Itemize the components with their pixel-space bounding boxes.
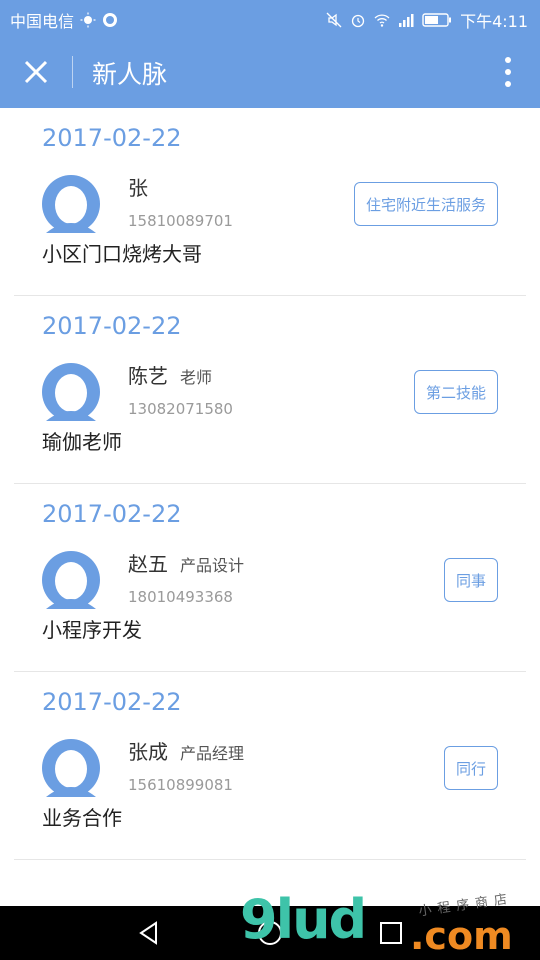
contact-note: 小区门口烧烤大哥 [42, 242, 202, 266]
status-left: 中国电信 [10, 8, 118, 32]
avatar-icon [42, 551, 100, 609]
contact-tag-button[interactable]: 同行 [444, 746, 498, 790]
contact-tag-button[interactable]: 住宅附近生活服务 [354, 182, 498, 226]
contact-phone: 15810089701 [128, 212, 233, 230]
battery-icon [422, 13, 452, 27]
clock-label: 下午4:11 [460, 12, 528, 31]
contact-note: 瑜伽老师 [42, 430, 122, 454]
system-nav-bar [0, 906, 540, 960]
avatar-icon [42, 363, 100, 421]
back-icon[interactable] [134, 918, 164, 948]
carrier-label: 中国电信 [10, 12, 75, 31]
contact-phone: 15610899081 [128, 776, 233, 794]
close-icon[interactable] [18, 54, 54, 90]
contact-card[interactable]: 2017-02-22 陈艺 老师 13082071580 瑜伽老师 第二技能 [14, 296, 526, 484]
name-row: 张 [128, 172, 160, 201]
alarm-icon [351, 14, 365, 28]
avatar-icon [42, 739, 100, 797]
mute-icon [326, 12, 342, 28]
contact-title: 老师 [180, 368, 213, 387]
avatar-icon [42, 175, 100, 233]
contact-date: 2017-02-22 [42, 124, 182, 152]
contact-note: 业务合作 [42, 806, 122, 830]
contact-phone: 13082071580 [128, 400, 233, 418]
contact-list: 2017-02-22 张 15810089701 小区门口烧烤大哥 住宅附近生活… [0, 108, 540, 860]
more-options-icon[interactable] [498, 54, 518, 90]
contact-name: 赵五 [128, 552, 168, 576]
app-bar-divider [72, 56, 73, 88]
notification-app-icon [103, 13, 118, 27]
status-right: 下午4:11 [326, 8, 528, 32]
contact-date: 2017-02-22 [42, 312, 182, 340]
contact-title: 产品经理 [180, 744, 245, 763]
contact-date: 2017-02-22 [42, 500, 182, 528]
contact-title: 产品设计 [180, 556, 245, 575]
name-row: 陈艺 老师 [128, 360, 212, 389]
contact-tag-button[interactable]: 同事 [444, 558, 498, 602]
wifi-icon [374, 14, 390, 27]
recents-icon[interactable] [376, 918, 406, 948]
contact-card[interactable]: 2017-02-22 张 15810089701 小区门口烧烤大哥 住宅附近生活… [14, 108, 526, 296]
name-row: 赵五 产品设计 [128, 548, 244, 577]
contact-card[interactable]: 2017-02-22 赵五 产品设计 18010493368 小程序开发 同事 [14, 484, 526, 672]
status-bar: 中国电信 下午4:11 [0, 0, 540, 36]
app-bar: 新人脉 [0, 36, 540, 108]
contact-tag-button[interactable]: 第二技能 [414, 370, 498, 414]
contact-name: 张成 [128, 740, 168, 764]
page-title: 新人脉 [92, 60, 168, 89]
home-icon[interactable] [255, 918, 285, 948]
contact-name: 陈艺 [128, 364, 168, 388]
name-row: 张成 产品经理 [128, 736, 244, 765]
contact-card[interactable]: 2017-02-22 张成 产品经理 15610899081 业务合作 同行 [14, 672, 526, 860]
contact-name: 张 [128, 176, 148, 200]
contact-phone: 18010493368 [128, 588, 233, 606]
contact-date: 2017-02-22 [42, 688, 182, 716]
contact-note: 小程序开发 [42, 618, 142, 642]
signal-icon [399, 14, 414, 27]
weather-icon [80, 12, 96, 28]
